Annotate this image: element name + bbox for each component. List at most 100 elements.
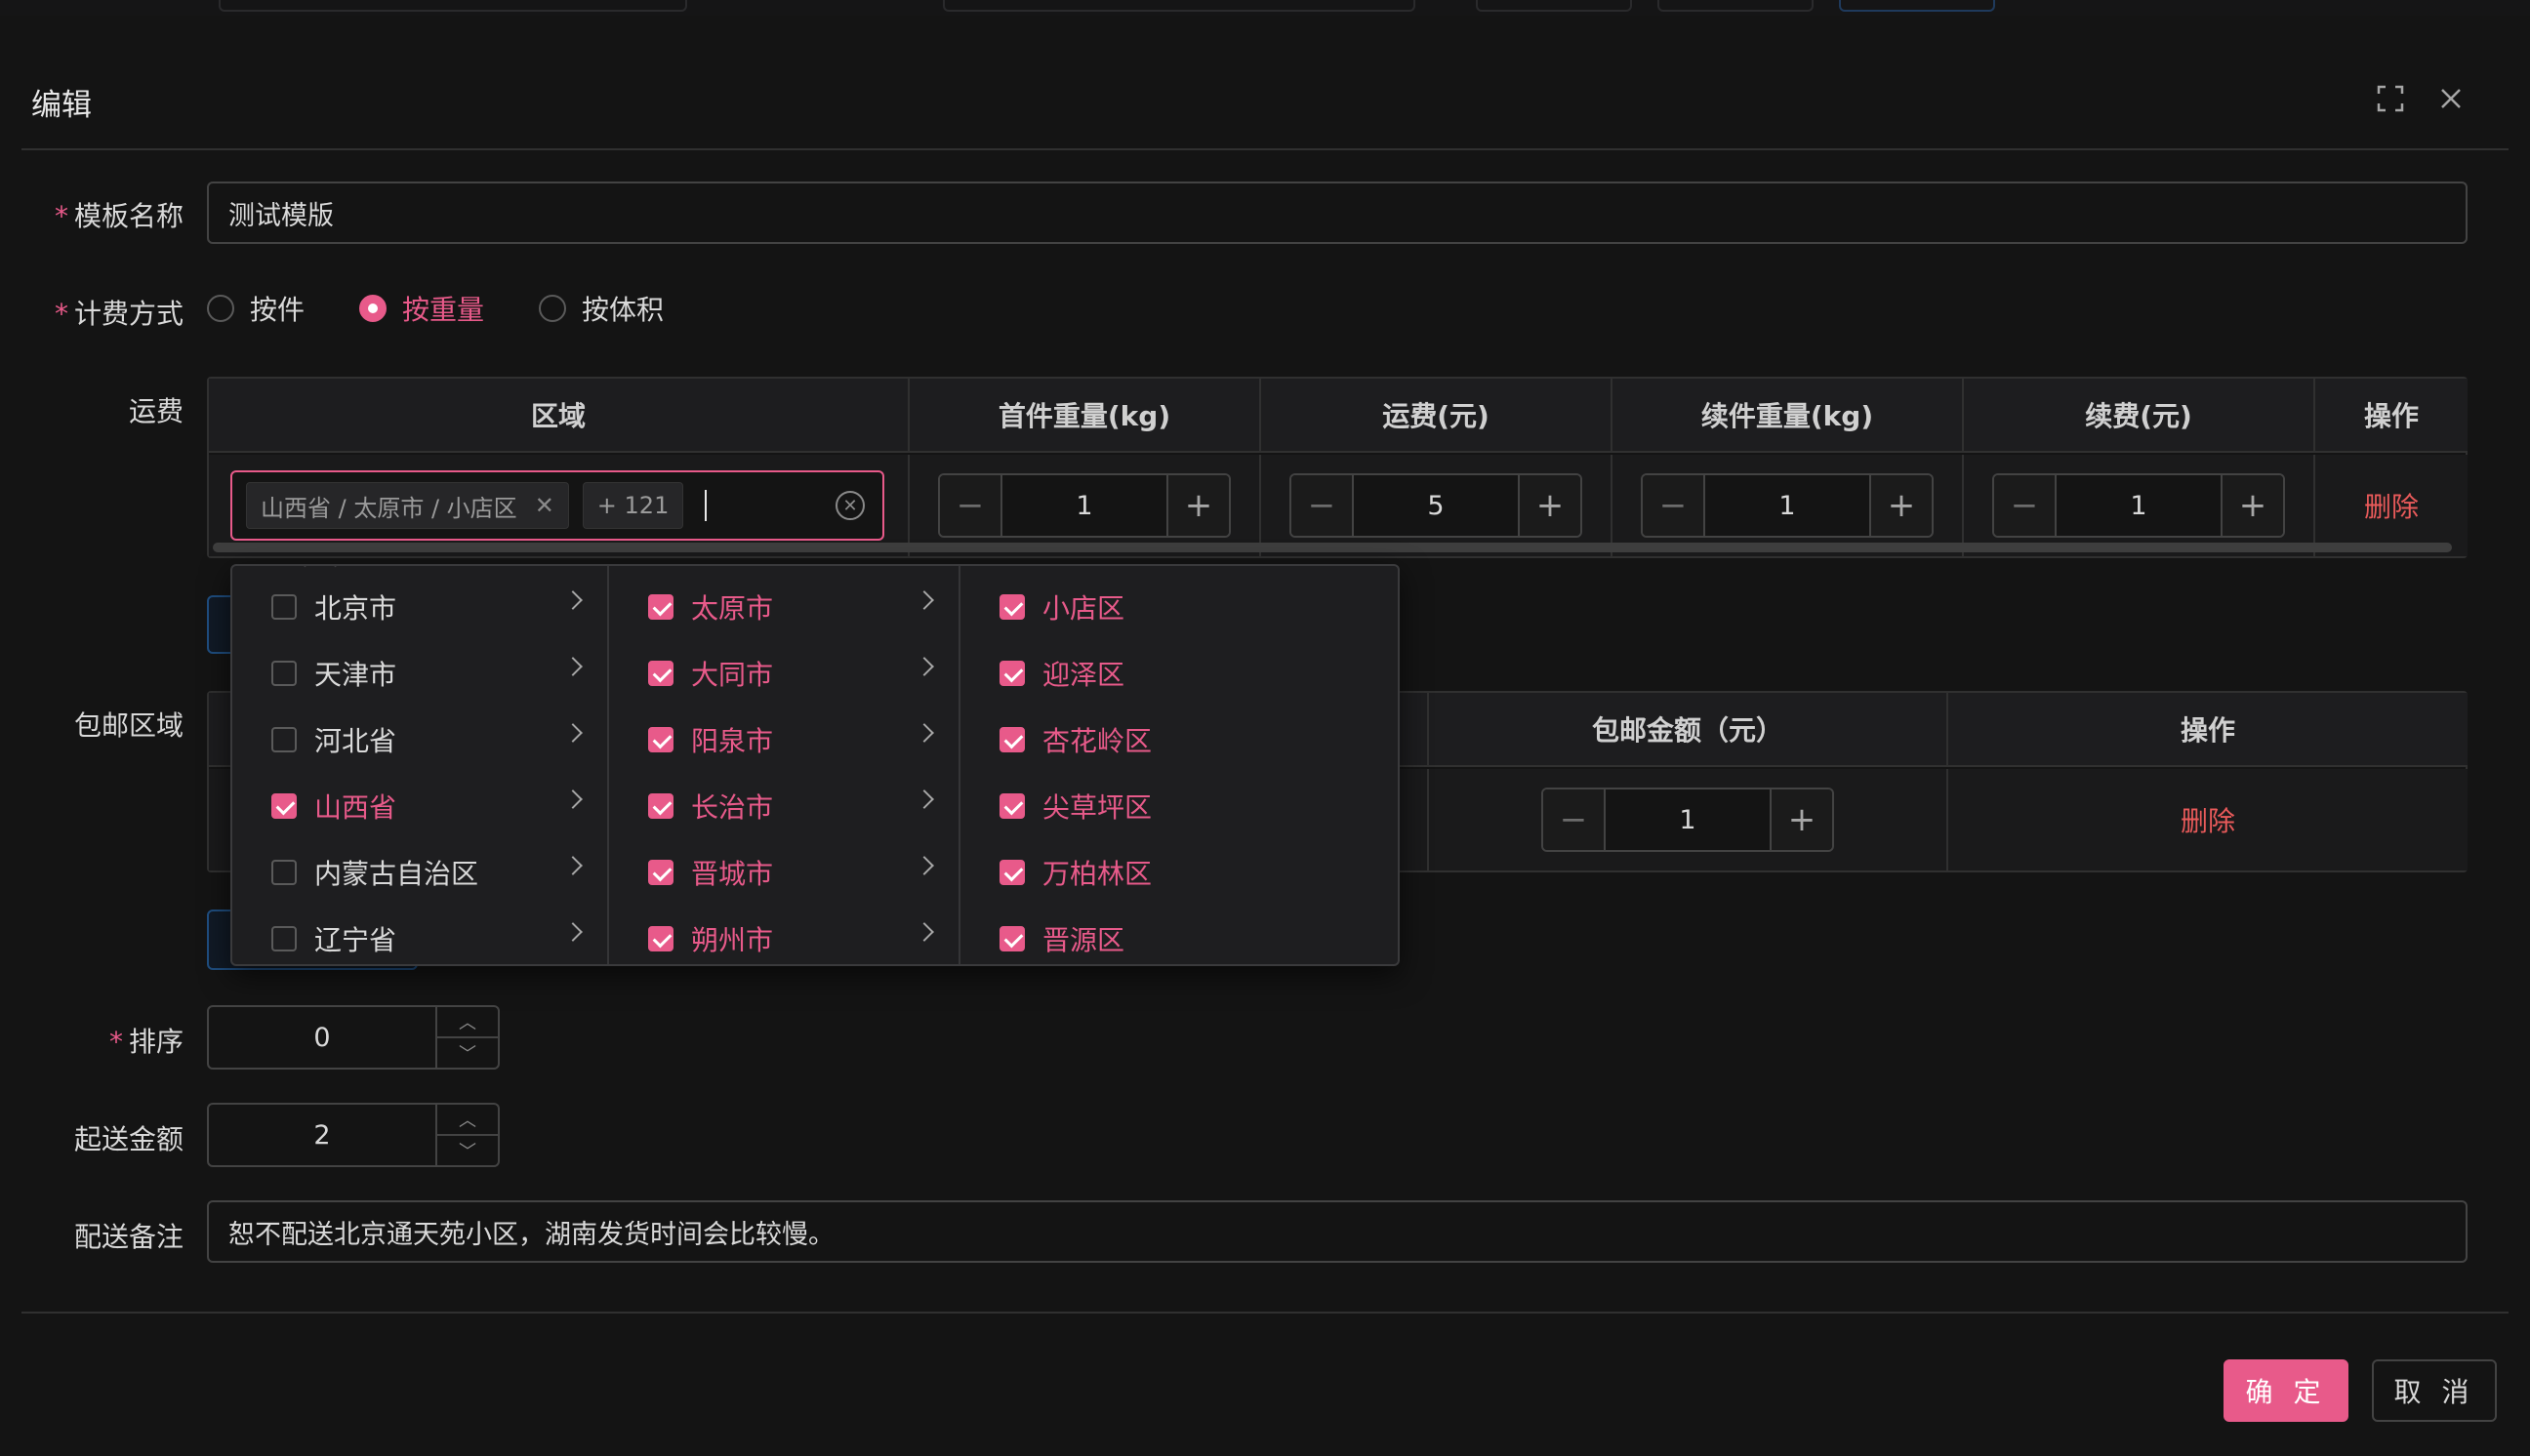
td-extra-fee: − 1 + [1964, 455, 2315, 556]
sort-value[interactable]: 0 [209, 1007, 435, 1068]
chevron-down-icon[interactable]: ﹀ [437, 1136, 498, 1165]
checkbox-icon[interactable] [271, 926, 297, 951]
checkbox-icon[interactable] [271, 661, 297, 686]
chevron-right-icon [915, 657, 934, 676]
checkbox-checked-icon[interactable] [1000, 926, 1025, 951]
cascader-option-city[interactable]: 朔州市 [609, 906, 959, 964]
cascader-option-city[interactable]: 大同市 [609, 640, 959, 707]
note-input[interactable]: 恕不配送北京通天苑小区，湖南发货时间会比较慢。 [207, 1200, 2468, 1263]
checkbox-checked-icon[interactable] [271, 793, 297, 819]
cascader-option-city[interactable]: 晋城市 [609, 839, 959, 906]
td-action: 删除 [2315, 455, 2468, 556]
plus-icon[interactable]: + [1869, 475, 1932, 536]
radio-by-piece[interactable]: 按件 [207, 289, 305, 328]
delete-freight-row-link[interactable]: 删除 [2364, 486, 2419, 525]
cascader-option-province[interactable]: 天津市 [232, 640, 607, 707]
checkbox-checked-icon[interactable] [648, 727, 673, 752]
minus-icon[interactable]: − [1643, 475, 1705, 536]
tag-close-icon[interactable]: ✕ [535, 492, 554, 519]
cascader-option-city[interactable]: 阳泉市 [609, 707, 959, 773]
plus-icon[interactable]: + [1166, 475, 1229, 536]
free-amount-input[interactable]: 1 [1606, 789, 1770, 850]
dialog-header [21, 16, 2509, 150]
checkbox-checked-icon[interactable] [1000, 793, 1025, 819]
th-fee: 运费(元) [1261, 379, 1612, 453]
td-extra-weight: − 1 + [1612, 455, 1964, 556]
checkbox-checked-icon[interactable] [648, 860, 673, 885]
region-cascader-input[interactable]: 山西省 / 太原市 / 小店区 ✕ + 121 ✕ [230, 470, 884, 541]
first-weight-input[interactable]: 1 [1002, 475, 1166, 536]
delete-free-row-link[interactable]: 删除 [2181, 800, 2235, 839]
sort-input[interactable]: 0 ︿ ﹀ [207, 1005, 500, 1070]
extra-weight-stepper: − 1 + [1641, 473, 1934, 538]
minus-icon[interactable]: − [1994, 475, 2057, 536]
checkbox-checked-icon[interactable] [1000, 860, 1025, 885]
th-free-amount: 包邮金额（元） [1429, 693, 1948, 767]
extra-fee-input[interactable]: 1 [2057, 475, 2221, 536]
chevron-up-icon[interactable]: ︿ [437, 1105, 498, 1136]
confirm-button[interactable]: 确 定 [2224, 1359, 2348, 1422]
radio-icon [207, 295, 234, 322]
cascader-option-province[interactable]: 北京市 [232, 574, 607, 640]
checkbox-checked-icon[interactable] [1000, 727, 1025, 752]
chevron-right-icon [563, 657, 583, 676]
chevron-right-icon [563, 590, 583, 610]
minus-icon[interactable]: − [1543, 789, 1606, 850]
th-extra-fee: 续费(元) [1964, 379, 2315, 453]
fullscreen-icon[interactable] [2376, 84, 2405, 113]
cascader-option-province[interactable]: 山西省 [232, 773, 607, 839]
cascader-option-district[interactable]: 迎泽区 [960, 640, 1398, 707]
chevron-right-icon [563, 922, 583, 942]
cascader-option-province[interactable]: 河北省 [232, 707, 607, 773]
cascader-option-district[interactable]: 晋源区 [960, 906, 1398, 964]
table-scrollbar[interactable] [213, 543, 2452, 552]
chevron-right-icon [563, 856, 583, 875]
min-amount-input[interactable]: 2 ︿ ﹀ [207, 1103, 500, 1167]
fee-input[interactable]: 5 [1354, 475, 1518, 536]
dialog-title: 编辑 [31, 88, 92, 123]
city-column: 太原市 大同市 阳泉市 长治市 晋城市 朔州市 [609, 566, 960, 964]
minus-icon[interactable]: − [940, 475, 1002, 536]
checkbox-icon[interactable] [271, 727, 297, 752]
extra-weight-input[interactable]: 1 [1705, 475, 1869, 536]
billing-label: * 计费方式 [54, 298, 184, 330]
background-button [1476, 0, 1632, 12]
checkbox-checked-icon[interactable] [648, 594, 673, 620]
more-tag: + 121 [582, 482, 684, 529]
cascader-option-district[interactable]: 杏花岭区 [960, 707, 1398, 773]
th-region: 区域 [209, 379, 910, 453]
checkbox-checked-icon[interactable] [648, 793, 673, 819]
chevron-down-icon[interactable]: ﹀ [437, 1038, 498, 1068]
checkbox-checked-icon[interactable] [1000, 594, 1025, 620]
chevron-up-icon[interactable]: ︿ [437, 1007, 498, 1038]
close-icon[interactable] [2436, 84, 2466, 113]
clear-icon[interactable]: ✕ [836, 491, 865, 520]
td-fee: − 5 + [1261, 455, 1612, 556]
checkbox-icon[interactable] [271, 594, 297, 620]
minus-icon[interactable]: − [1291, 475, 1354, 536]
note-value: 恕不配送北京通天苑小区，湖南发货时间会比较慢。 [228, 1219, 835, 1250]
cascader-option-district[interactable]: 小店区 [960, 574, 1398, 640]
th-action: 操作 [2315, 379, 2468, 453]
radio-by-weight[interactable]: 按重量 [359, 289, 484, 328]
checkbox-checked-icon[interactable] [1000, 661, 1025, 686]
cascader-option-district[interactable]: 尖草坪区 [960, 773, 1398, 839]
cancel-button[interactable]: 取 消 [2372, 1359, 2497, 1422]
sort-arrows: ︿ ﹀ [435, 1007, 498, 1068]
cascader-option-province[interactable]: 辽宁省 [232, 906, 607, 964]
plus-icon[interactable]: + [1770, 789, 1832, 850]
cascader-option-district[interactable]: 万柏林区 [960, 839, 1398, 906]
plus-icon[interactable]: + [1518, 475, 1580, 536]
cascader-option-city[interactable]: 太原市 [609, 574, 959, 640]
cascader-option-province[interactable]: 内蒙古自治区 [232, 839, 607, 906]
plus-icon[interactable]: + [2221, 475, 2283, 536]
checkbox-checked-icon[interactable] [648, 926, 673, 951]
checkbox-checked-icon[interactable] [648, 661, 673, 686]
min-amount-value[interactable]: 2 [209, 1105, 435, 1165]
cascader-option-city[interactable]: 长治市 [609, 773, 959, 839]
free-amount-stepper: − 1 + [1541, 788, 1834, 852]
radio-by-volume[interactable]: 按体积 [539, 289, 664, 328]
checkbox-icon[interactable] [271, 860, 297, 885]
template-name-input[interactable]: 测试模版 [207, 182, 2468, 244]
background-button [1657, 0, 1814, 12]
